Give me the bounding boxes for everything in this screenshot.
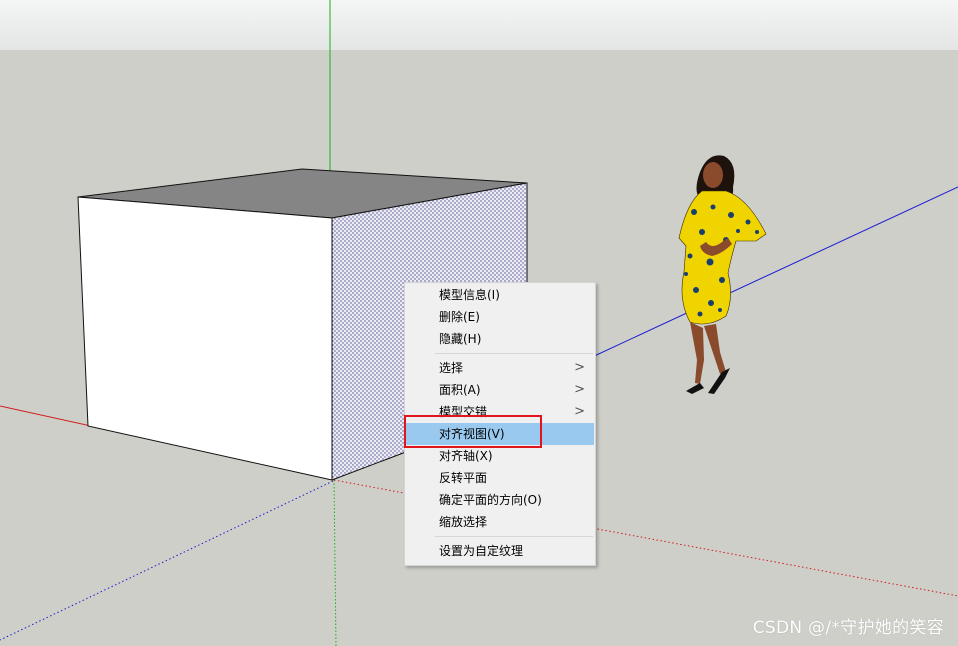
watermark: CSDN @/*守护她的笑容 [752,618,944,638]
menu-item-align-view[interactable]: 对齐视图(V) [406,423,594,445]
menu-separator [435,536,593,537]
menu-item-label: 面积(A) [439,383,481,397]
menu-item-label: 选择 [439,361,464,375]
menu-item-label: 设置为自定纹理 [439,544,524,558]
context-menu[interactable]: 模型信息(I) 删除(E) 隐藏(H) 选择 > 面积(A) > 模型交错 > 对齐视… [404,282,596,566]
menu-separator [435,353,593,354]
sketchup-viewport[interactable]: 模型信息(I) 删除(E) 隐藏(H) 选择 > 面积(A) > 模型交错 > 对齐视… [0,0,958,646]
chevron-right-icon: > [574,404,585,419]
menu-item-label: 对齐轴(X) [439,449,493,463]
menu-item-delete[interactable]: 删除(E) [406,306,594,328]
menu-item-model-info[interactable]: 模型信息(I) [406,284,594,306]
menu-item-orient-faces[interactable]: 确定平面的方向(O) [406,489,594,511]
menu-item-label: 模型信息(I) [439,288,500,302]
menu-item-align-axes[interactable]: 对齐轴(X) [406,445,594,467]
chevron-right-icon: > [574,382,585,397]
menu-item-zoom-selection[interactable]: 缩放选择 [406,511,594,533]
chevron-right-icon: > [574,360,585,375]
menu-item-label: 隐藏(H) [439,332,482,346]
figure-head [703,162,723,188]
menu-item-custom-texture[interactable]: 设置为自定纹理 [406,540,594,562]
menu-item-area[interactable]: 面积(A) > [406,379,594,401]
menu-item-reverse-faces[interactable]: 反转平面 [406,467,594,489]
menu-item-label: 确定平面的方向(O) [439,493,542,507]
menu-item-intersect-faces[interactable]: 模型交错 > [406,401,594,423]
menu-item-label: 缩放选择 [439,515,488,529]
menu-item-label: 对齐视图(V) [439,427,505,441]
menu-item-hide[interactable]: 隐藏(H) [406,328,594,350]
menu-item-label: 反转平面 [439,471,488,485]
menu-item-label: 模型交错 [439,405,488,419]
menu-item-label: 删除(E) [439,310,480,324]
menu-item-select[interactable]: 选择 > [406,357,594,379]
sky [0,0,958,50]
